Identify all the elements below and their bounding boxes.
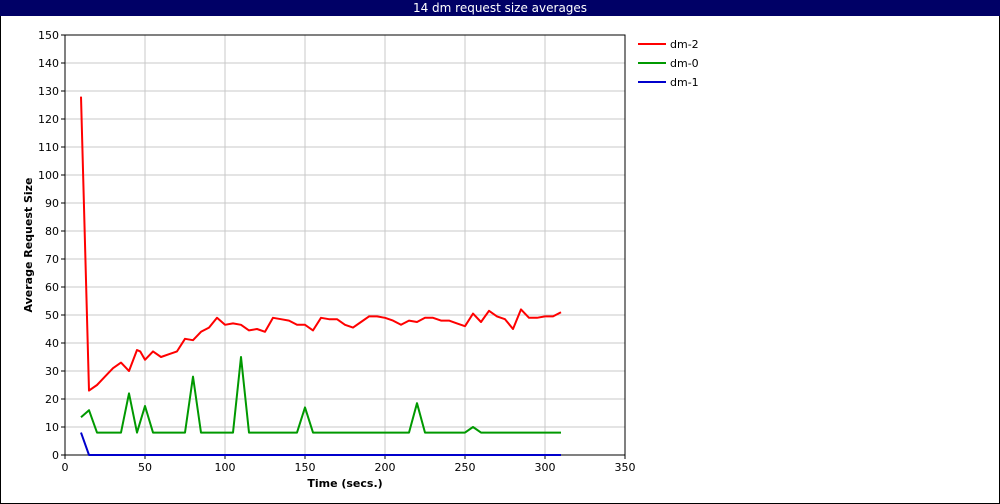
y-tick-label: 10 — [45, 421, 59, 434]
legend: dm-2 dm-0 dm-1 — [638, 38, 699, 89]
x-tick-label: 350 — [615, 461, 636, 474]
y-tick-label: 0 — [52, 449, 59, 462]
series-line-dm-0 — [80, 356, 561, 434]
y-tick-label: 20 — [45, 393, 59, 406]
x-tick-label: 200 — [375, 461, 396, 474]
x-tick-label: 150 — [295, 461, 316, 474]
x-tick-label: 100 — [215, 461, 236, 474]
y-tick-label: 150 — [38, 29, 59, 42]
legend-label-dm-1: dm-1 — [670, 76, 699, 89]
y-tick-label: 40 — [45, 337, 59, 350]
y-tick-label: 30 — [45, 365, 59, 378]
x-axis-label: Time (secs.) — [307, 477, 382, 490]
x-tick-label: 300 — [535, 461, 556, 474]
y-axis-label: Average Request Size — [22, 177, 35, 312]
legend-label-dm-2: dm-2 — [670, 38, 699, 51]
y-tick-label: 100 — [38, 169, 59, 182]
series-line-dm-1 — [80, 432, 561, 456]
y-tick-label: 70 — [45, 253, 59, 266]
series-lines — [80, 96, 562, 456]
y-tick-label: 120 — [38, 113, 59, 126]
x-tick-label: 250 — [455, 461, 476, 474]
y-tick-label: 140 — [38, 57, 59, 70]
grid — [65, 35, 625, 455]
x-tick-label: 50 — [138, 461, 152, 474]
y-tick-label: 80 — [45, 225, 59, 238]
plot-border — [64, 34, 626, 456]
x-tick-label: 0 — [62, 461, 69, 474]
axis-ticks: 0 10 20 30 40 50 60 70 80 90 100 110 120 130 140 150 0 50… — [38, 29, 636, 474]
y-tick-label: 110 — [38, 141, 59, 154]
y-tick-label: 90 — [45, 197, 59, 210]
chart-area: 0 10 20 30 40 50 60 70 80 90 100 110 120 130 140 150 0 50… — [22, 29, 699, 490]
legend-label-dm-0: dm-0 — [670, 57, 699, 70]
y-tick-label: 50 — [45, 309, 59, 322]
y-tick-label: 60 — [45, 281, 59, 294]
y-tick-label: 130 — [38, 85, 59, 98]
series-line-dm-2 — [80, 96, 562, 392]
